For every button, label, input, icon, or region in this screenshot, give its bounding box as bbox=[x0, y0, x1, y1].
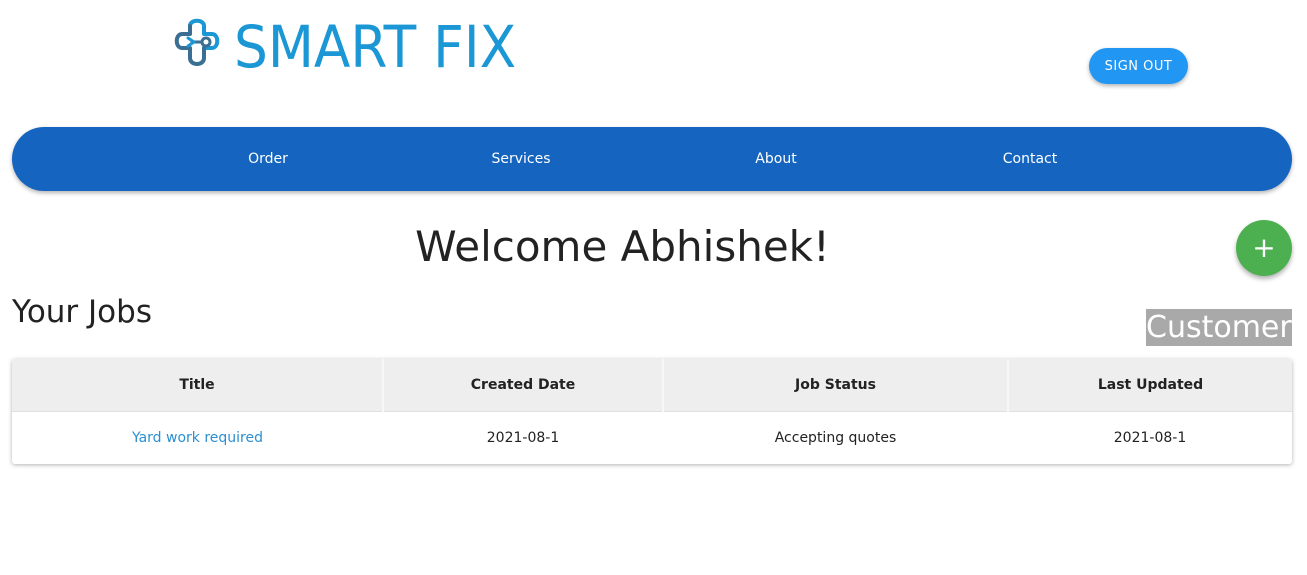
column-header-title: Title bbox=[12, 359, 383, 412]
main-navbar: Order Services About Contact bbox=[12, 127, 1292, 191]
app-logo[interactable]: SMART FIX bbox=[168, 12, 541, 82]
job-title-link[interactable]: Yard work required bbox=[132, 430, 263, 446]
cell-created-date: 2021-08-1 bbox=[486, 430, 560, 446]
jobs-heading: Your Jobs bbox=[12, 294, 152, 330]
sign-out-button[interactable]: SIGN OUT bbox=[1089, 48, 1188, 84]
logo-text: SMART FIX bbox=[234, 13, 517, 81]
column-header-job-status: Job Status bbox=[662, 359, 1008, 412]
column-header-last-updated: Last Updated bbox=[1007, 359, 1292, 412]
cell-last-updated: 2021-08-1 bbox=[1113, 430, 1187, 446]
nav-item-contact[interactable]: Contact bbox=[1003, 127, 1057, 191]
column-header-created-date: Created Date bbox=[382, 359, 663, 412]
role-badge: Customer bbox=[1146, 309, 1292, 346]
welcome-heading: Welcome Abhishek! bbox=[415, 222, 830, 271]
table-row: Yard work required 2021-08-1 Accepting q… bbox=[12, 412, 1292, 465]
cell-job-status: Accepting quotes bbox=[774, 430, 897, 446]
jobs-table: Title Created Date Job Status Last Updat… bbox=[12, 359, 1292, 464]
nav-item-about[interactable]: About bbox=[755, 127, 796, 191]
table-header-row: Title Created Date Job Status Last Updat… bbox=[12, 359, 1292, 412]
nav-item-order[interactable]: Order bbox=[248, 127, 288, 191]
add-job-button[interactable]: + bbox=[1236, 220, 1292, 276]
cell-title: Yard work required bbox=[12, 412, 383, 465]
cloud-wrench-logo-icon bbox=[168, 16, 232, 78]
nav-item-services[interactable]: Services bbox=[491, 127, 550, 191]
